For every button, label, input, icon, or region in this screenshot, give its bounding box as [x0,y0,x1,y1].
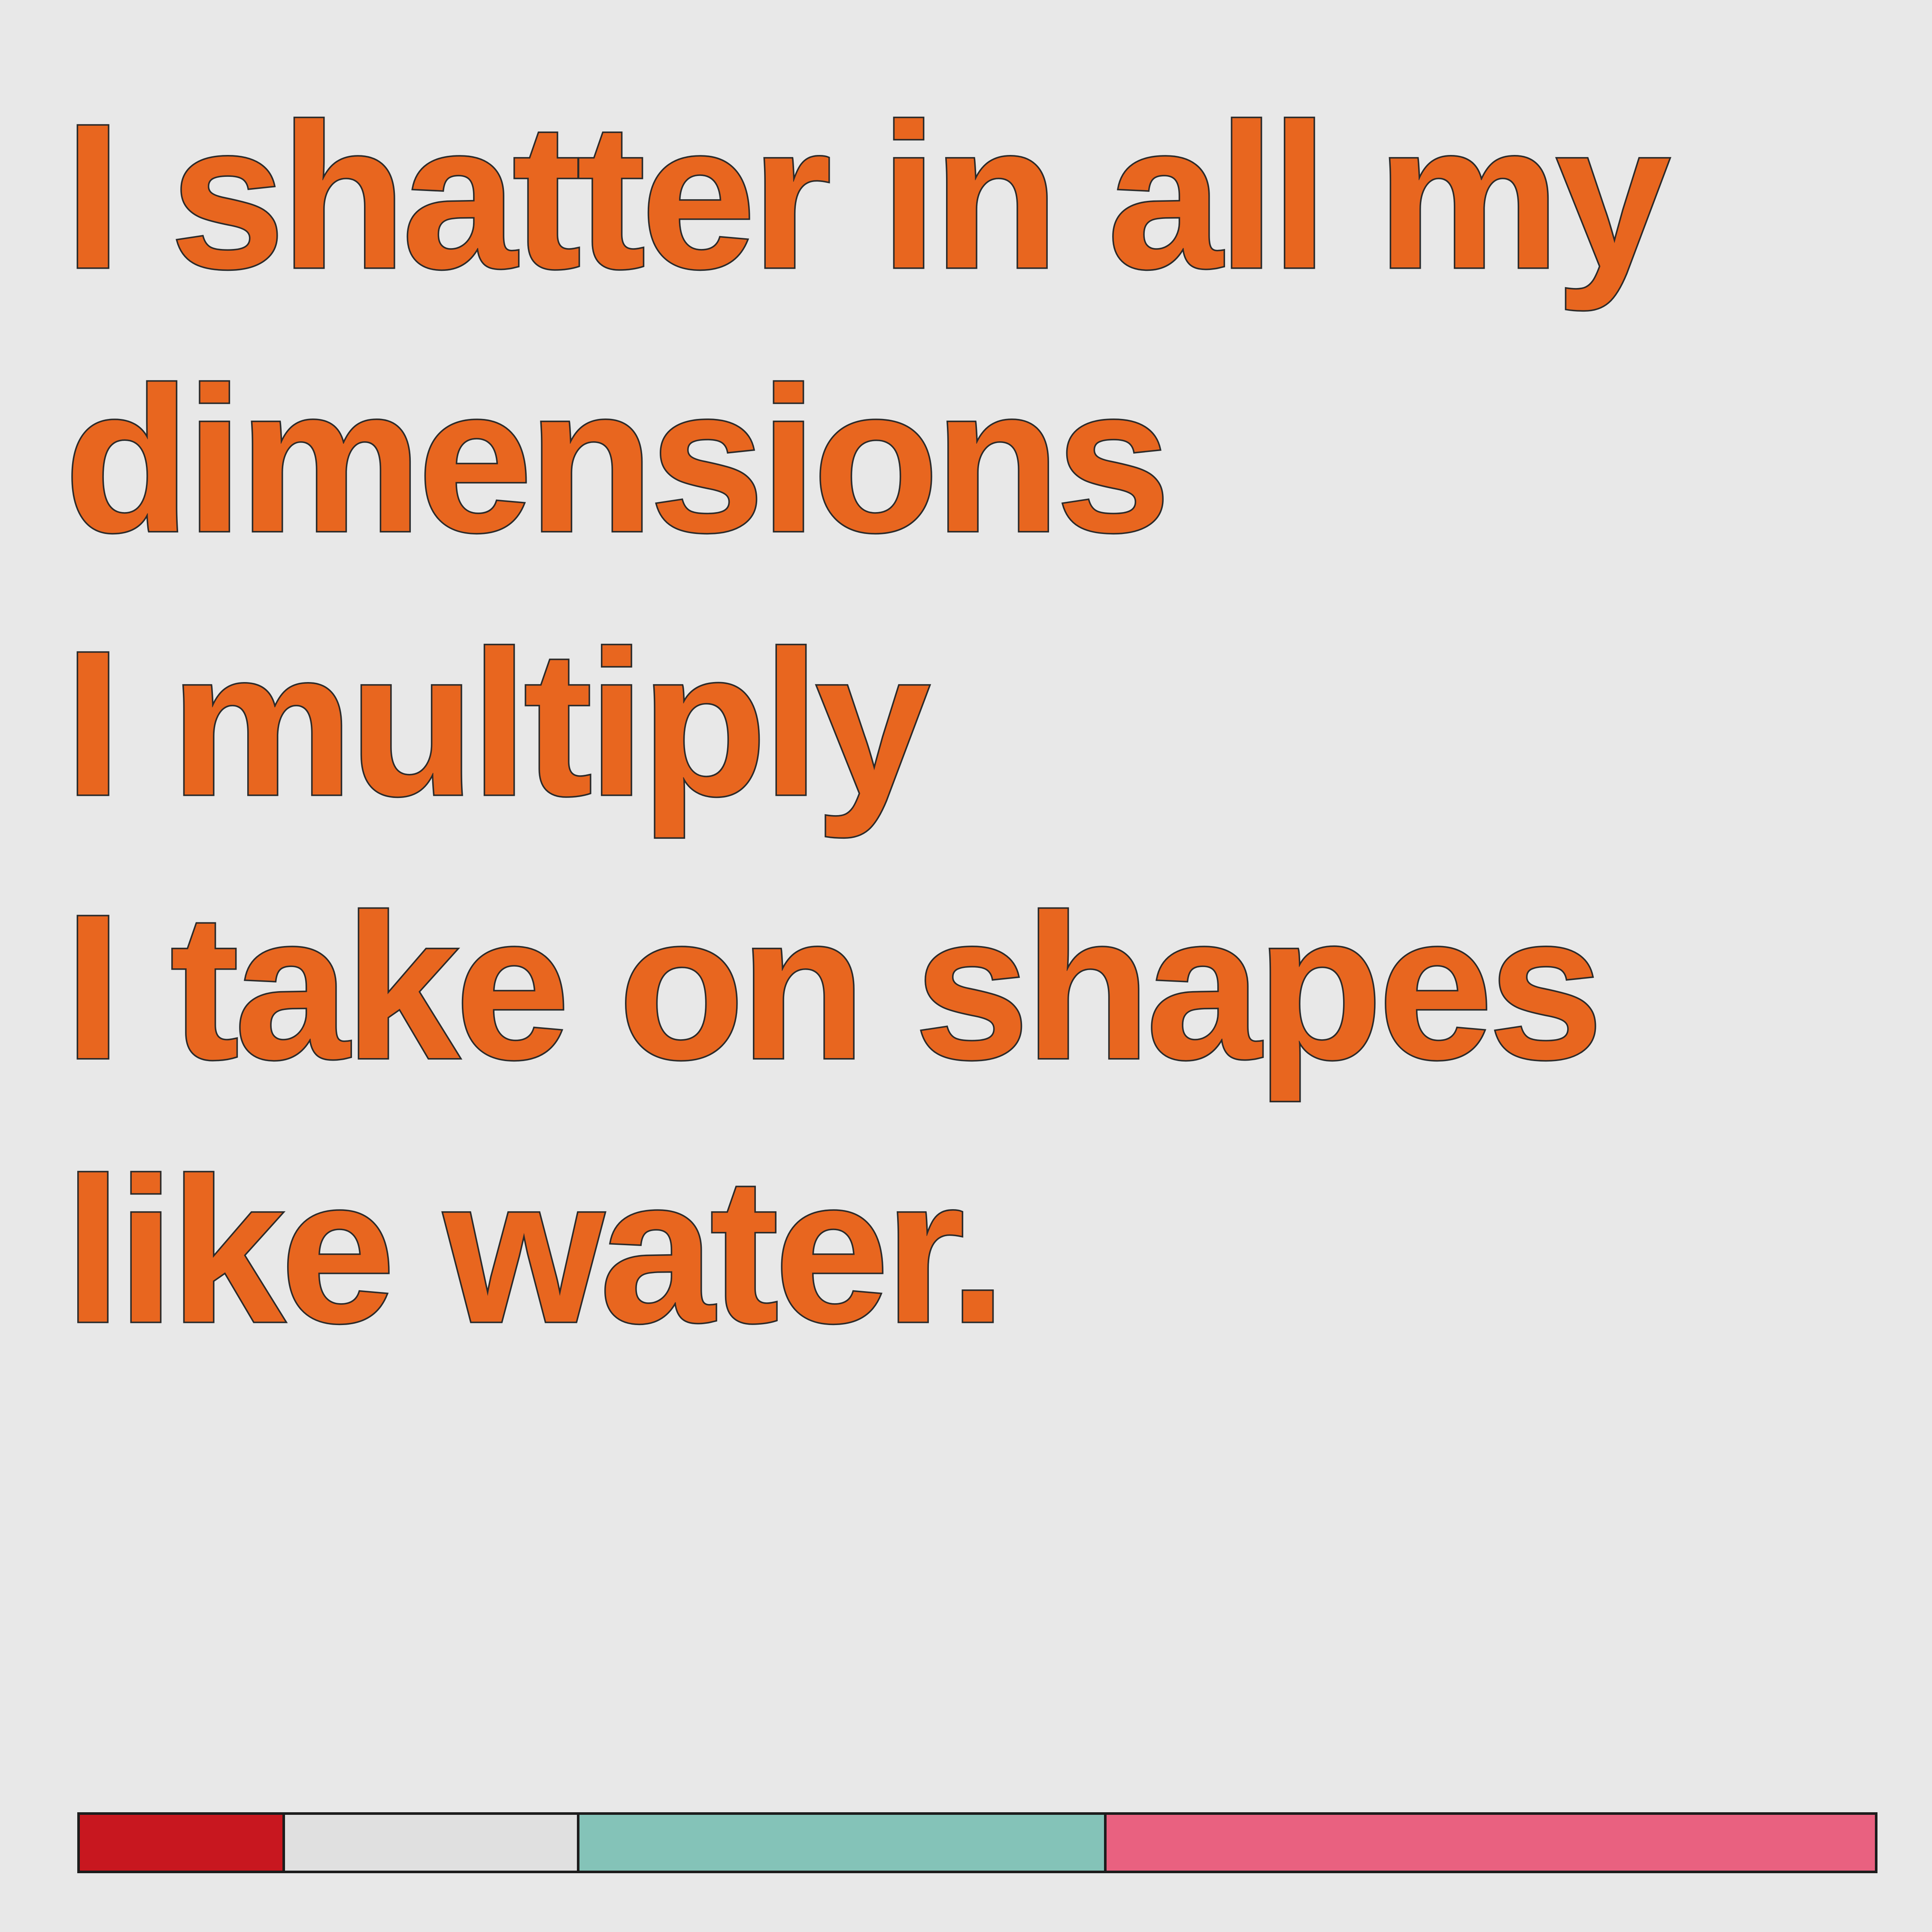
poem-text: I shatter in all my dimensions I multipl… [63,64,1867,1382]
color-swatch-bar [77,1812,1877,1873]
swatch-red [80,1815,282,1871]
poem-line-4: I take on shapes [63,870,1605,1104]
swatch-pink [1104,1815,1875,1871]
poem-line-5: like water. [63,1134,1008,1367]
swatch-light-gray [282,1815,577,1871]
poem-line-1: I shatter in all my [63,79,1672,313]
poem-line-2: dimensions [63,343,1172,576]
poster-canvas: I shatter in all my dimensions I multipl… [0,0,1932,1932]
swatch-teal [577,1815,1104,1871]
poem-line-3: I multiply [63,607,932,840]
